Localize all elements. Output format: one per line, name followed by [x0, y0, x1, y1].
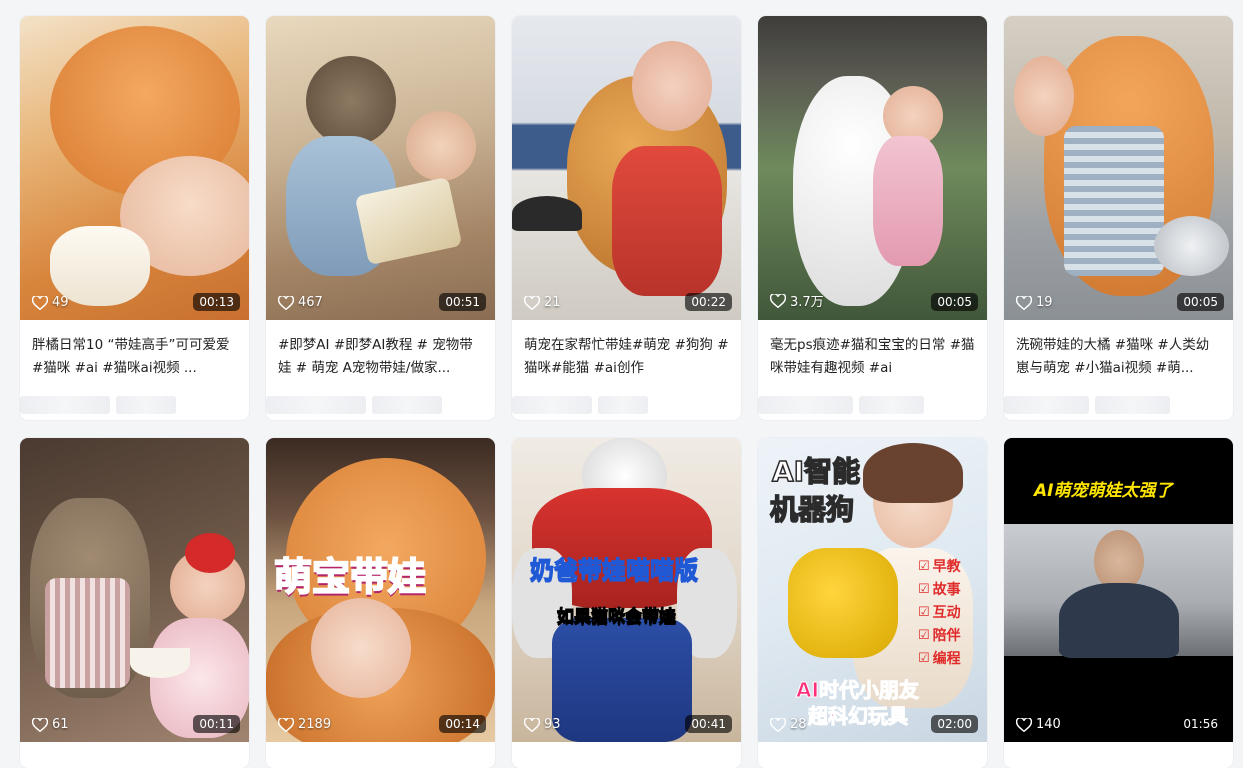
overlay-subtitle: 如果猫咪会带娃: [557, 607, 677, 628]
feature-item: ☑ 互动: [918, 604, 961, 622]
like-count: 467: [278, 295, 323, 310]
overlay-title: 萌宝带娃: [273, 554, 427, 600]
video-thumbnail[interactable]: AI萌宠萌娃太强了 140 01:56: [1004, 438, 1233, 742]
author-meta-placeholder: [20, 396, 237, 418]
author-meta-placeholder: [1004, 396, 1221, 418]
heart-icon: [524, 717, 540, 732]
video-card[interactable]: 21 00:22 萌宠在家帮忙带娃#萌宠 #狗狗 #猫咪#能猫 #ai创作: [512, 16, 741, 420]
author-meta-placeholder: [512, 396, 729, 418]
overlay-title-line2: 机器狗: [769, 492, 855, 527]
video-thumbnail[interactable]: AI智能 机器狗 ☑ 早教 ☑ 故事 ☑ 互动 ☑ 陪伴 ☑ 编程 AI时代小朋友 超科幻…: [758, 438, 987, 742]
like-count: 21: [524, 295, 561, 310]
feature-item: ☑ 早教: [918, 558, 961, 576]
video-grid-row-2: 61 00:11 萌宝带娃 2189 00:14 奶爸带娃喵喵版 如果猫咪会带娃…: [20, 438, 1233, 768]
duration-badge: 00:41: [685, 715, 732, 733]
duration-badge: 00:05: [1177, 293, 1224, 311]
duration-badge: 00:14: [439, 715, 486, 733]
video-card[interactable]: 19 00:05 洗碗带娃的大橘 #猫咪 #人类幼崽与萌宠 #小猫ai视频 #萌…: [1004, 16, 1233, 420]
video-thumbnail[interactable]: 21 00:22: [512, 16, 741, 320]
video-thumbnail[interactable]: 奶爸带娃喵喵版 如果猫咪会带娃 93 00:41: [512, 438, 741, 742]
heart-icon: [32, 717, 48, 732]
video-card[interactable]: 467 00:51 #即梦AI #即梦AI教程 # 宠物带娃 # 萌宠 A宠物带…: [266, 16, 495, 420]
video-grid-row-1: 49 00:13 胖橘日常10 “带娃高手”可可爱爱#猫咪 #ai #猫咪ai视…: [20, 16, 1233, 420]
video-caption[interactable]: 毫无ps痕迹#猫和宝宝的日常 #猫咪带娃有趣视频 #ai: [758, 320, 987, 384]
video-thumbnail[interactable]: 3.7万 00:05: [758, 16, 987, 320]
video-card[interactable]: 3.7万 00:05 毫无ps痕迹#猫和宝宝的日常 #猫咪带娃有趣视频 #ai: [758, 16, 987, 420]
video-card[interactable]: 61 00:11: [20, 438, 249, 768]
video-thumbnail[interactable]: 61 00:11: [20, 438, 249, 742]
author-meta-placeholder: [758, 396, 975, 418]
heart-icon: [524, 295, 540, 310]
heart-icon: [770, 293, 786, 308]
feature-list: ☑ 早教 ☑ 故事 ☑ 互动 ☑ 陪伴 ☑ 编程: [918, 556, 961, 668]
like-count: 19: [1016, 295, 1053, 310]
video-card[interactable]: 萌宝带娃 2189 00:14: [266, 438, 495, 768]
overlay-slogan-line2: 超科幻玩具: [808, 704, 909, 729]
feature-item: ☑ 陪伴: [918, 627, 961, 645]
heart-icon: [278, 295, 294, 310]
video-thumbnail[interactable]: 467 00:51: [266, 16, 495, 320]
heart-icon: [32, 295, 48, 310]
author-meta-placeholder: [266, 396, 483, 418]
like-count: 2189: [278, 717, 331, 732]
overlay-slogan-line1: AI时代小朋友: [796, 678, 920, 703]
like-count: 3.7万: [770, 291, 824, 310]
video-thumbnail[interactable]: 49 00:13: [20, 16, 249, 320]
duration-badge: 00:22: [685, 293, 732, 311]
video-card[interactable]: 奶爸带娃喵喵版 如果猫咪会带娃 93 00:41: [512, 438, 741, 768]
feature-item: ☑ 编程: [918, 650, 961, 668]
video-thumbnail[interactable]: 萌宝带娃 2189 00:14: [266, 438, 495, 742]
feature-item: ☑ 故事: [918, 581, 961, 599]
like-count: 28: [770, 717, 807, 732]
video-caption[interactable]: #即梦AI #即梦AI教程 # 宠物带娃 # 萌宠 A宠物带娃/做家...: [266, 320, 495, 384]
overlay-title: AI萌宠萌娃太强了: [1034, 481, 1173, 501]
video-caption[interactable]: 萌宠在家帮忙带娃#萌宠 #狗狗 #猫咪#能猫 #ai创作: [512, 320, 741, 384]
video-caption[interactable]: 胖橘日常10 “带娃高手”可可爱爱#猫咪 #ai #猫咪ai视频 ...: [20, 320, 249, 384]
heart-icon: [1016, 295, 1032, 310]
overlay-title-line1: AI智能: [771, 454, 861, 489]
heart-icon: [1016, 717, 1032, 732]
video-caption[interactable]: 洗碗带娃的大橘 #猫咪 #人类幼崽与萌宠 #小猫ai视频 #萌...: [1004, 320, 1233, 384]
video-card[interactable]: AI智能 机器狗 ☑ 早教 ☑ 故事 ☑ 互动 ☑ 陪伴 ☑ 编程 AI时代小朋友 超科幻…: [758, 438, 987, 768]
video-thumbnail[interactable]: 19 00:05: [1004, 16, 1233, 320]
duration-badge: 02:00: [931, 715, 978, 733]
heart-icon: [770, 717, 786, 732]
heart-icon: [278, 717, 294, 732]
like-count: 61: [32, 717, 69, 732]
like-count: 49: [32, 295, 69, 310]
duration-badge: 01:56: [1183, 717, 1218, 731]
duration-badge: 00:05: [931, 293, 978, 311]
overlay-title: 奶爸带娃喵喵版: [530, 556, 699, 585]
duration-badge: 00:11: [193, 715, 240, 733]
like-count: 93: [524, 717, 561, 732]
video-card[interactable]: AI萌宠萌娃太强了 140 01:56: [1004, 438, 1233, 768]
duration-badge: 00:51: [439, 293, 486, 311]
video-card[interactable]: 49 00:13 胖橘日常10 “带娃高手”可可爱爱#猫咪 #ai #猫咪ai视…: [20, 16, 249, 420]
like-count: 140: [1016, 717, 1061, 732]
duration-badge: 00:13: [193, 293, 240, 311]
